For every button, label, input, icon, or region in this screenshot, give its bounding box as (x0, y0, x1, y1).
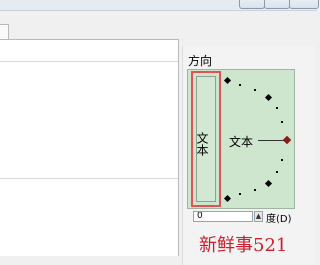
dial-marker-dot[interactable] (281, 121, 283, 123)
dial-pointer-line (258, 140, 284, 141)
dial-marker-diamond[interactable] (223, 76, 232, 85)
watermark-text: 新鲜事521 (199, 235, 288, 256)
horizontal-text-label: 文本 (229, 135, 254, 149)
orientation-dial[interactable] (0, 0, 317, 265)
dial-marker-dot[interactable] (276, 171, 278, 173)
dial-marker-dot[interactable] (254, 89, 256, 91)
dial-marker-diamond[interactable] (223, 194, 232, 203)
dial-marker-diamond[interactable] (264, 93, 273, 102)
dial-marker-diamond[interactable] (264, 179, 273, 188)
dial-marker-dot[interactable] (239, 193, 241, 195)
dial-marker-dot[interactable] (239, 84, 241, 86)
dial-marker-dot[interactable] (276, 107, 278, 109)
dial-handle-active[interactable] (282, 135, 292, 145)
degree-spin-button[interactable]: ▲ (254, 211, 263, 222)
degree-input[interactable]: 0 (193, 211, 253, 222)
degree-label: 度(D) (266, 214, 292, 225)
dial-marker-dot[interactable] (254, 189, 256, 191)
dial-marker-dot[interactable] (281, 159, 283, 161)
